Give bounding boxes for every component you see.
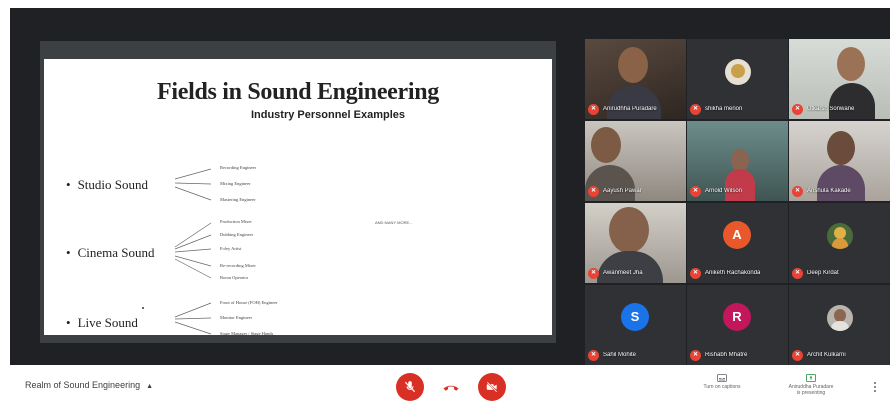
role-item: Foley Artist — [220, 246, 242, 251]
role-item: Recording Engineer — [220, 165, 257, 170]
mic-off-icon: ✕ — [588, 185, 599, 197]
role-item: Mastering Engineer — [220, 197, 256, 202]
avatar — [827, 223, 853, 249]
person-head — [591, 127, 621, 163]
camera-off-icon — [486, 381, 498, 393]
mic-off-icon — [404, 381, 416, 393]
captions-label: Turn on captions — [703, 384, 741, 390]
name-row: ✕ Deep Kirdat — [792, 267, 839, 279]
name-row: ✕ Anshula Kakade — [792, 185, 851, 197]
present-icon — [806, 374, 816, 382]
mic-off-icon: ✕ — [792, 185, 803, 197]
name-row: ✕ Awanmeet Jha — [588, 267, 643, 279]
participant-name: Anshula Kakade — [807, 188, 851, 194]
meeting-details-button[interactable]: Realm of Sound Engineering ▲ — [25, 380, 153, 390]
participant-tile[interactable]: ✕ Utkarsh Sonwane — [789, 39, 890, 119]
participant-name: Deep Kirdat — [807, 270, 839, 276]
name-row: ✕ Rishabh Mhatre — [690, 349, 747, 361]
stray-dot — [142, 307, 144, 309]
name-row: ✕ Anirudhha Puradare — [588, 103, 657, 115]
participant-name: Aniketh Rachakonda — [705, 270, 761, 276]
slide: Fields in Sound Engineering Industry Per… — [44, 59, 552, 336]
mic-off-icon: ✕ — [690, 349, 701, 361]
participant-name: Rishabh Mhatre — [705, 352, 748, 358]
avatar — [725, 59, 751, 85]
meeting-name: Realm of Sound Engineering — [25, 380, 141, 390]
slide-title: Fields in Sound Engineering — [157, 79, 439, 105]
hangup-button[interactable] — [437, 373, 465, 401]
role-item: Production Mixer — [220, 219, 252, 224]
person-head — [618, 47, 648, 83]
avatar: R — [723, 303, 751, 331]
name-row: ✕ Archit Kulkarni — [792, 349, 846, 361]
avatar: S — [621, 303, 649, 331]
participant-tile[interactable]: ✕ Anirudhha Puradare — [585, 39, 686, 119]
camera-toggle-button[interactable] — [478, 373, 506, 401]
presentation-view: Fields in Sound Engineering Industry Per… — [40, 41, 556, 343]
field-studio-sound: • Studio Sound — [66, 177, 148, 192]
participant-tile[interactable]: ✕ Archit Kulkarni — [789, 285, 890, 365]
mic-off-icon: ✕ — [588, 267, 599, 279]
name-row: ✕ shikha menon — [690, 103, 742, 115]
participant-name: Arnold Wilson — [705, 188, 743, 194]
participant-tile[interactable]: ✕ Deep Kirdat — [789, 203, 890, 283]
participant-name: Anirudhha Puradare — [603, 106, 657, 112]
participant-name: Utkarsh Sonwane — [807, 106, 855, 112]
participant-tile[interactable]: ✕ Aayush Pawar — [585, 121, 686, 201]
bottom-bar: Realm of Sound Engineering ▲ Turn on capt… — [0, 366, 891, 404]
mic-off-icon: ✕ — [792, 267, 803, 279]
participant-tile[interactable]: ✕ Anshula Kakade — [789, 121, 890, 201]
person-head — [827, 131, 855, 165]
mic-off-icon: ✕ — [588, 349, 599, 361]
participant-name: Archit Kulkarni — [807, 352, 846, 358]
role-item: Monitor Engineer — [220, 315, 253, 320]
more-options-button[interactable] — [873, 382, 877, 394]
person-head — [837, 47, 865, 81]
role-item: Re-recording Mixer — [220, 263, 256, 268]
participant-name: Sahil Mohite — [603, 352, 637, 358]
name-row: ✕ Arnold Wilson — [690, 185, 742, 197]
mic-off-icon: ✕ — [792, 103, 803, 115]
participant-tile[interactable]: S ✕ Sahil Mohite — [585, 285, 686, 365]
name-row: ✕ Aayush Pawar — [588, 185, 642, 197]
role-item: Stage Manager / Stage Hands — [220, 331, 274, 336]
mic-off-icon: ✕ — [588, 103, 599, 115]
captions-button[interactable]: Turn on captions — [687, 374, 757, 390]
mic-off-icon: ✕ — [690, 103, 701, 115]
presenting-label-status: is presenting — [796, 390, 826, 396]
captions-icon — [717, 374, 727, 382]
role-item: Mixing Engineer — [220, 181, 251, 186]
presenting-button[interactable]: Aniruddha Puradare is presenting — [776, 374, 846, 396]
person-head — [609, 207, 649, 253]
participant-tile[interactable]: ✕ shikha menon — [687, 39, 788, 119]
participant-name: Awanmeet Jha — [603, 270, 643, 276]
field-live-sound: • Live Sound — [66, 315, 138, 330]
mic-off-icon: ✕ — [792, 349, 803, 361]
slide-subtitle: Industry Personnel Examples — [250, 109, 406, 121]
chevron-up-icon: ▲ — [146, 383, 154, 390]
role-item: Front of House (FOH) Engineer — [220, 300, 278, 305]
role-item: Dubbing Engineer — [220, 232, 254, 237]
mic-toggle-button[interactable] — [396, 373, 424, 401]
name-row: ✕ Aniketh Rachakonda — [690, 267, 760, 279]
participant-tile[interactable]: R ✕ Rishabh Mhatre — [687, 285, 788, 365]
avatar — [827, 305, 853, 331]
name-row: ✕ Utkarsh Sonwane — [792, 103, 854, 115]
hangup-icon — [443, 385, 459, 391]
name-row: ✕ Sahil Mohite — [588, 349, 636, 361]
meeting-stage: Fields in Sound Engineering Industry Per… — [10, 8, 890, 365]
see-more-text: AND MANY MORE... — [375, 220, 413, 225]
mic-off-icon: ✕ — [690, 185, 701, 197]
field-cinema-sound: • Cinema Sound — [66, 245, 155, 260]
mic-off-icon: ✕ — [690, 267, 701, 279]
role-item: Boom Operator — [220, 275, 249, 280]
participant-name: shikha menon — [705, 106, 743, 112]
person-head — [731, 149, 749, 171]
avatar: A — [723, 221, 751, 249]
participant-tile[interactable]: ✕ Arnold Wilson — [687, 121, 788, 201]
participant-name: Aayush Pawar — [603, 188, 642, 194]
participant-tile[interactable]: A ✕ Aniketh Rachakonda — [687, 203, 788, 283]
participant-tile[interactable]: ✕ Awanmeet Jha — [585, 203, 686, 283]
